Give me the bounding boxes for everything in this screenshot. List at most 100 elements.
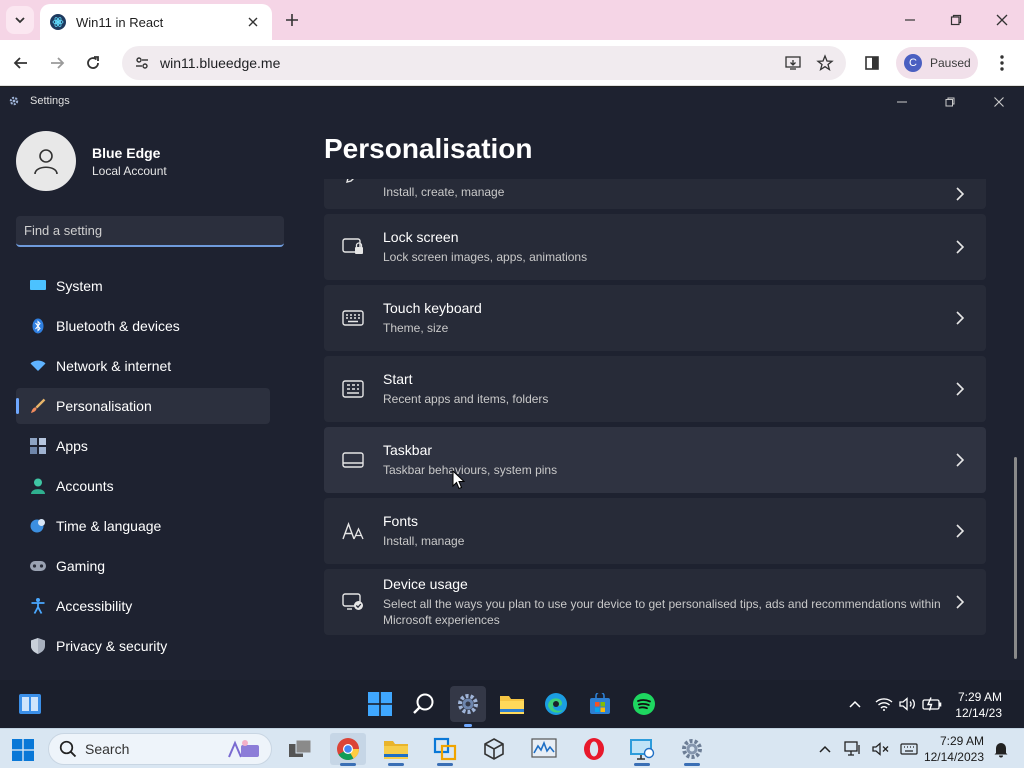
- browser-tab-strip: Win11 in React: [0, 0, 1024, 40]
- host-search-label: Search: [85, 741, 130, 757]
- file-explorer-button[interactable]: [494, 686, 530, 722]
- host-3d-app-button[interactable]: [476, 733, 512, 765]
- task-view-icon: [289, 739, 312, 757]
- arrow-left-icon: [13, 57, 27, 69]
- tab-close-button[interactable]: [244, 13, 262, 31]
- bell-icon: [994, 743, 1008, 758]
- find-setting-box[interactable]: [16, 216, 284, 247]
- settings-gear-icon: [682, 739, 702, 759]
- chevron-right-icon: [946, 588, 974, 616]
- host-chrome-button[interactable]: [330, 733, 366, 765]
- browser-restore-button[interactable]: [936, 6, 976, 34]
- settings-close-button[interactable]: [984, 91, 1014, 113]
- spotify-button[interactable]: [626, 686, 662, 722]
- bookmark-star-icon[interactable]: [816, 54, 834, 72]
- browser-minimize-button[interactable]: [890, 6, 930, 34]
- apps-icon: [30, 438, 46, 454]
- sidebar-item-label: Accessibility: [56, 598, 133, 614]
- sidebar-item-bluetooth[interactable]: Bluetooth & devices: [16, 308, 270, 344]
- site-settings-icon[interactable]: [134, 55, 150, 71]
- back-button[interactable]: [6, 48, 36, 78]
- host-tray-network-button[interactable]: [842, 737, 864, 761]
- settings-card-fonts[interactable]: Fonts Install, manage: [324, 498, 986, 564]
- sidebar-item-label: Bluetooth & devices: [56, 318, 180, 334]
- tray-wifi-button[interactable]: [873, 692, 895, 716]
- settings-list: Install, create, manage Lock screen Lock…: [324, 179, 986, 680]
- tray-overflow-button[interactable]: [844, 692, 866, 716]
- tray-volume-button[interactable]: [897, 692, 919, 716]
- side-panel-button[interactable]: [857, 48, 887, 78]
- card-title: Fonts: [383, 513, 419, 529]
- host-start-button[interactable]: [8, 735, 38, 765]
- host-active-indicator: [340, 763, 356, 766]
- tray-battery-button[interactable]: [921, 692, 943, 716]
- host-file-explorer-button[interactable]: [378, 733, 414, 765]
- sidebar-item-system[interactable]: System: [16, 268, 270, 304]
- clock-time: 7:29 AM: [957, 690, 1002, 704]
- url-text: win11.blueedge.me: [160, 55, 281, 71]
- profile-button[interactable]: C Paused: [896, 47, 978, 79]
- tab-search-dropdown[interactable]: [6, 6, 34, 34]
- settings-card-taskbar[interactable]: Taskbar Taskbar behaviours, system pins: [324, 427, 986, 493]
- sidebar-item-gaming[interactable]: Gaming: [16, 548, 270, 584]
- host-search-box[interactable]: Search: [48, 733, 272, 765]
- sidebar-item-accounts[interactable]: Accounts: [16, 468, 270, 504]
- host-tray-keyboard-button[interactable]: [898, 737, 920, 761]
- store-button[interactable]: [582, 686, 618, 722]
- host-tray-overflow-button[interactable]: [814, 737, 836, 761]
- host-notifications-button[interactable]: [990, 737, 1012, 761]
- settings-card-start[interactable]: Start Recent apps and items, folders: [324, 356, 986, 422]
- find-setting-input[interactable]: [24, 223, 276, 238]
- browser-tab[interactable]: Win11 in React: [40, 4, 272, 40]
- settings-card-themes[interactable]: Install, create, manage: [324, 179, 986, 209]
- reload-button[interactable]: [78, 48, 108, 78]
- install-app-icon[interactable]: [784, 54, 802, 72]
- settings-card-lock-screen[interactable]: Lock screen Lock screen images, apps, an…: [324, 214, 986, 280]
- sidebar-item-accessibility[interactable]: Accessibility: [16, 588, 270, 624]
- forward-button[interactable]: [42, 48, 72, 78]
- sidebar-item-label: Accounts: [56, 478, 114, 494]
- card-subtitle: Taskbar behaviours, system pins: [383, 463, 558, 477]
- settings-app-button[interactable]: [450, 686, 486, 722]
- browser-menu-button[interactable]: [987, 48, 1017, 78]
- settings-maximize-button[interactable]: [935, 91, 965, 113]
- sidebar-item-personalisation[interactable]: Personalisation: [16, 388, 270, 424]
- sidebar-item-apps[interactable]: Apps: [16, 428, 270, 464]
- folder-icon: [384, 741, 408, 759]
- edge-button[interactable]: [538, 686, 574, 722]
- search-button[interactable]: [406, 686, 442, 722]
- host-opera-button[interactable]: [576, 733, 612, 765]
- host-app-button[interactable]: [427, 733, 463, 765]
- widgets-button[interactable]: [12, 686, 48, 722]
- settings-card-touch-keyboard[interactable]: Touch keyboard Theme, size: [324, 285, 986, 351]
- host-remote-desktop-button[interactable]: [624, 733, 660, 765]
- card-subtitle: Install, manage: [383, 534, 465, 548]
- settings-minimize-button[interactable]: [887, 91, 917, 113]
- sidebar-nav: System Bluetooth & devices Network & int…: [16, 268, 270, 668]
- restore-icon: [950, 14, 962, 26]
- globe-clock-icon: [30, 518, 46, 534]
- card-subtitle: Lock screen images, apps, animations: [383, 250, 588, 264]
- start-button[interactable]: [362, 686, 398, 722]
- host-clock[interactable]: 7:29 AM 12/14/2023: [922, 733, 984, 765]
- host-settings-button[interactable]: [674, 733, 710, 765]
- user-profile[interactable]: Blue Edge Local Account: [16, 131, 167, 191]
- card-title: Lock screen: [383, 229, 459, 245]
- close-icon: [994, 97, 1004, 107]
- snip-tool-icon: [433, 737, 457, 761]
- sidebar-item-network[interactable]: Network & internet: [16, 348, 270, 384]
- settings-scrollbar[interactable]: [1014, 457, 1017, 659]
- browser-close-button[interactable]: [982, 6, 1022, 34]
- settings-card-device-usage[interactable]: Device usage Select all the ways you pla…: [324, 569, 986, 635]
- sidebar-item-time-language[interactable]: Time & language: [16, 508, 270, 544]
- person-icon: [34, 149, 58, 175]
- new-tab-button[interactable]: [280, 8, 304, 32]
- address-bar[interactable]: win11.blueedge.me: [122, 46, 846, 80]
- sidebar-item-privacy-security[interactable]: Privacy & security: [16, 628, 270, 664]
- keyboard-icon: [342, 307, 364, 329]
- host-monitor-app-button[interactable]: [526, 733, 562, 765]
- host-running-indicator: [388, 763, 404, 766]
- simulated-clock[interactable]: 7:29 AM 12/14/23: [948, 689, 1002, 721]
- host-tray-volume-button[interactable]: [870, 737, 892, 761]
- task-view-button[interactable]: [282, 733, 318, 765]
